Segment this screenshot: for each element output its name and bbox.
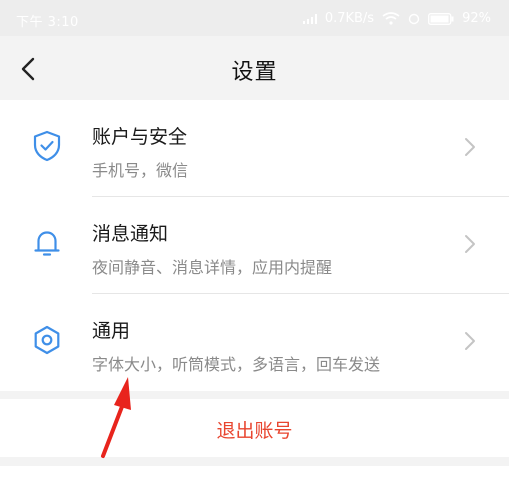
nav-header: 设置 [0, 36, 509, 100]
logout-label: 退出账号 [216, 420, 293, 442]
bell-icon [34, 231, 60, 256]
network-speed: 0.7KB/s [324, 11, 375, 26]
status-indicators: 0.7KB/s 92% [302, 11, 491, 26]
signal-icon [302, 13, 317, 24]
gear-icon [34, 325, 60, 355]
settings-item-account-security[interactable]: 账户与安全 手机号，微信 [0, 100, 509, 197]
item-title: 账户与安全 [92, 126, 188, 148]
battery-icon [428, 12, 454, 25]
status-time: 下午 3:10 [16, 15, 79, 30]
shield-check-icon [33, 130, 61, 162]
item-subtitle: 夜间静音、消息详情，应用内提醒 [92, 258, 333, 277]
chevron-right-icon [465, 332, 475, 350]
item-subtitle: 手机号，微信 [92, 161, 189, 180]
item-title: 通用 [92, 320, 131, 342]
battery-level: 92% [462, 11, 491, 26]
chevron-right-icon [465, 138, 475, 156]
logout-button[interactable]: 退出账号 [0, 399, 509, 457]
status-bar: 下午 3:10 0.7KB/s 92% [0, 0, 509, 36]
settings-item-notifications[interactable]: 消息通知 夜间静音、消息详情，应用内提醒 [0, 197, 509, 294]
wifi-icon [382, 12, 400, 25]
bottom-card [0, 466, 509, 482]
item-subtitle: 字体大小，听筒模式，多语言，回车发送 [92, 355, 381, 374]
chevron-right-icon [465, 235, 475, 253]
page-title: 设置 [231, 60, 278, 85]
alarm-icon [408, 13, 420, 24]
settings-item-general[interactable]: 通用 字体大小，听筒模式，多语言，回车发送 [0, 294, 509, 391]
item-title: 消息通知 [92, 223, 169, 245]
settings-list: 账户与安全 手机号，微信 消息通知 夜间静音、消息详情，应用内提醒 通用 字体大… [0, 100, 509, 391]
